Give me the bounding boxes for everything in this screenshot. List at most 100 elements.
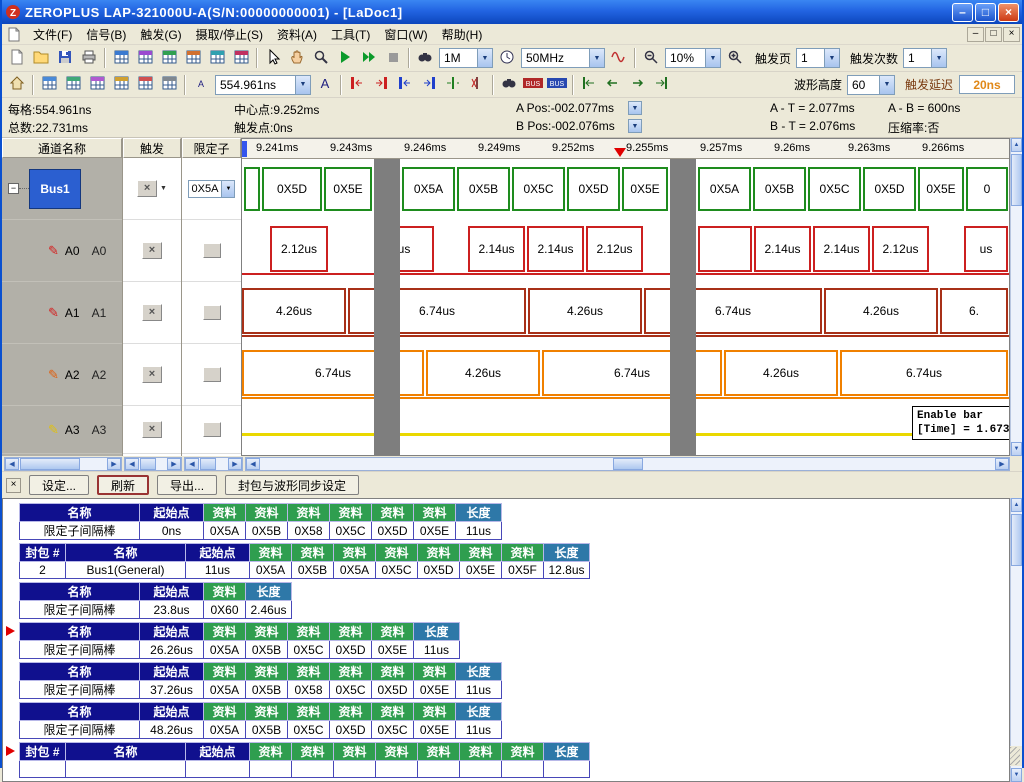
trigger-condition-button[interactable]: ×: [142, 366, 162, 383]
combo-arrow-icon[interactable]: ▼: [705, 49, 720, 67]
bus-packet-button[interactable]: BUS: [545, 74, 569, 96]
packet-value-cell[interactable]: 0X5E: [414, 681, 456, 699]
b-bar-left-button[interactable]: [393, 74, 417, 96]
scroll-up-icon[interactable]: ▲: [1011, 498, 1022, 512]
close-button[interactable]: ×: [998, 3, 1019, 22]
scroll-track[interactable]: [1011, 152, 1022, 442]
add-bar-button[interactable]: [441, 74, 465, 96]
menu-item-7[interactable]: 帮助(H): [435, 24, 490, 45]
save-button[interactable]: [53, 47, 77, 69]
run-button[interactable]: [333, 47, 357, 69]
b-bar-right-button[interactable]: [417, 74, 441, 96]
channel-name-header[interactable]: 通道名称: [2, 138, 122, 158]
bus-value-segment[interactable]: 0X5A: [698, 167, 751, 211]
qualifier-header[interactable]: 限定子: [182, 138, 241, 158]
find-button[interactable]: [497, 74, 521, 96]
packet-value-cell[interactable]: 12.8us: [544, 562, 590, 579]
bus-value-segment[interactable]: 0X5C: [512, 167, 565, 211]
scroll-right-icon[interactable]: ▶: [107, 458, 121, 470]
trigger-hscrollbar[interactable]: ◀ ▶: [124, 457, 182, 471]
trigger-condition-button[interactable]: ×: [142, 242, 162, 259]
channel-setup-button[interactable]: [229, 47, 253, 69]
packet-value-cell[interactable]: 0X5E: [460, 562, 502, 579]
packet-value-cell[interactable]: 0X5C: [330, 681, 372, 699]
scroll-track[interactable]: [260, 458, 995, 470]
b-pos-dropdown-arrow[interactable]: ▼: [628, 119, 642, 133]
packet-value-cell[interactable]: 限定子间隔棒: [20, 681, 140, 699]
bus-value-segment[interactable]: 0X5D: [567, 167, 620, 211]
packet-value-cell[interactable]: 0X5E: [414, 522, 456, 540]
packet-value-cell[interactable]: [376, 761, 418, 778]
channel-row-a3[interactable]: ✎A3A3: [2, 406, 122, 454]
maximize-button[interactable]: □: [975, 3, 996, 22]
scroll-right-icon[interactable]: ▶: [995, 458, 1009, 470]
delete-bar-button[interactable]: [465, 74, 489, 96]
packet-value-cell[interactable]: 0X5C: [330, 522, 372, 540]
zoom-in-button[interactable]: [723, 47, 747, 69]
packet-value-cell[interactable]: 0X58: [288, 681, 330, 699]
packet-value-cell[interactable]: 11us: [456, 681, 502, 699]
a-bar-right-button[interactable]: [369, 74, 393, 96]
scroll-thumb[interactable]: [1011, 514, 1022, 566]
scroll-track[interactable]: [139, 458, 167, 470]
scroll-thumb[interactable]: [140, 458, 156, 470]
packet-value-cell[interactable]: 0ns: [140, 522, 204, 540]
menu-item-5[interactable]: 工具(T): [324, 24, 377, 45]
packet-value-cell[interactable]: 0X5C: [376, 562, 418, 579]
packet-value-cell[interactable]: 限定子间隔棒: [20, 721, 140, 739]
bus-value-segment[interactable]: [244, 167, 260, 211]
combo-arrow-icon[interactable]: ▼: [295, 76, 310, 94]
packet-value-cell[interactable]: 0X5C: [288, 641, 330, 659]
data-list-button[interactable]: [61, 74, 85, 96]
scroll-left-icon[interactable]: ◀: [125, 458, 139, 470]
packet-value-cell[interactable]: 0X5A: [250, 562, 292, 579]
packet-sync-button[interactable]: 封包与波形同步设定: [225, 475, 359, 495]
bus-value-segment[interactable]: 0X5D: [262, 167, 322, 211]
trigger-page-combo[interactable]: 1▼: [796, 48, 840, 68]
font-large-button[interactable]: A: [313, 74, 337, 96]
qualifier-combo[interactable]: 0X5A▼: [188, 180, 236, 198]
show-grid-button[interactable]: [37, 74, 61, 96]
packet-value-cell[interactable]: 0X5D: [372, 522, 414, 540]
state-list-view-button[interactable]: [133, 47, 157, 69]
scroll-thumb[interactable]: [613, 458, 643, 470]
qualifier-button[interactable]: [203, 367, 221, 382]
bus-value-segment[interactable]: 0X5B: [457, 167, 510, 211]
trigger-condition-button[interactable]: ×: [142, 304, 162, 321]
clock-rate-button[interactable]: [495, 47, 519, 69]
packet-value-cell[interactable]: 0X5A: [204, 522, 246, 540]
packet-value-cell[interactable]: [334, 761, 376, 778]
open-file-button[interactable]: [29, 47, 53, 69]
bus-value-segment[interactable]: 0X5D: [863, 167, 916, 211]
channel-names-hscrollbar[interactable]: ◀ ▶: [4, 457, 122, 471]
packet-value-cell[interactable]: 37.26us: [140, 681, 204, 699]
wave-height-combo[interactable]: 60▼: [847, 75, 895, 95]
memory-page-button[interactable]: [205, 47, 229, 69]
bus-value-segment[interactable]: 0: [966, 167, 1008, 211]
child-restore-button[interactable]: □: [985, 27, 1002, 42]
packet-value-cell[interactable]: [418, 761, 460, 778]
sample-rate-combo[interactable]: 50MHz▼: [521, 48, 605, 68]
bus-value-segment[interactable]: 0X5B: [753, 167, 806, 211]
zoom-combo[interactable]: 10%▼: [665, 48, 721, 68]
packet-value-cell[interactable]: [544, 761, 590, 778]
packet-value-cell[interactable]: [20, 761, 66, 778]
settings-button[interactable]: [157, 74, 181, 96]
combo-arrow-icon[interactable]: ▼: [589, 49, 604, 67]
packet-value-cell[interactable]: 11us: [456, 721, 502, 739]
menu-item-3[interactable]: 摄取/停止(S): [189, 24, 270, 45]
channel-row-a1[interactable]: ✎A1A1: [2, 282, 122, 344]
scroll-thumb[interactable]: [20, 458, 80, 470]
home-button[interactable]: [5, 74, 29, 96]
packet-value-cell[interactable]: 2.46us: [246, 601, 292, 619]
a-bar-left-button[interactable]: [345, 74, 369, 96]
waveform-area[interactable]: 9.241ms9.243ms9.246ms9.249ms9.252ms9.255…: [241, 138, 1010, 456]
trigger-dropdown-arrow[interactable]: ▼: [160, 185, 167, 192]
repeat-run-button[interactable]: [357, 47, 381, 69]
bus-value-segment[interactable]: 0X5E: [324, 167, 372, 211]
packet-value-cell[interactable]: 0X5D: [418, 562, 460, 579]
packet-value-cell[interactable]: 0X5D: [330, 721, 372, 739]
bus-value-segment[interactable]: 0X5E: [622, 167, 668, 211]
packet-value-cell[interactable]: 0X5A: [334, 562, 376, 579]
packet-value-cell[interactable]: 11us: [414, 641, 460, 659]
